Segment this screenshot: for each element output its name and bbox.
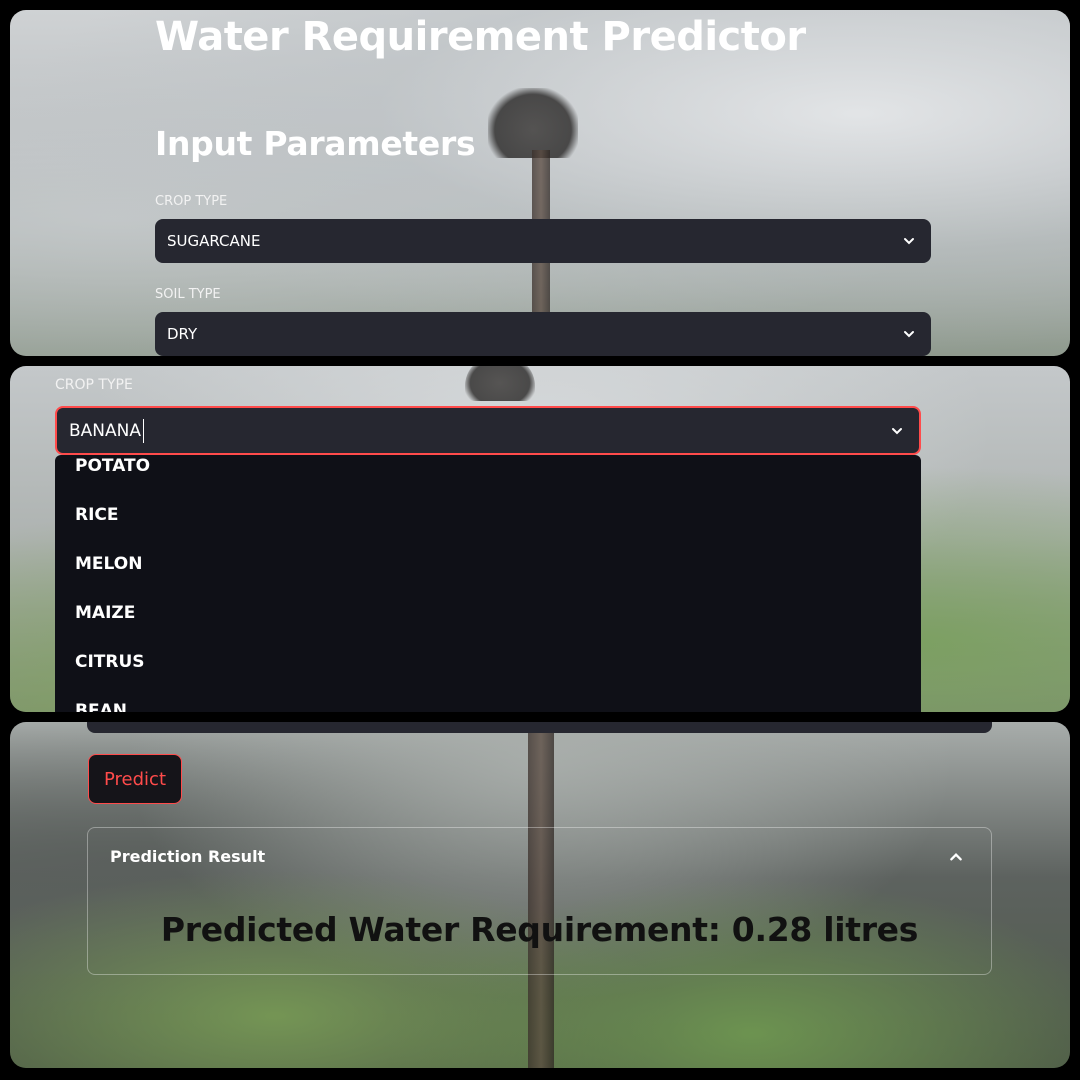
chevron-up-icon[interactable] — [949, 850, 963, 864]
dropdown-option[interactable]: MAIZE — [75, 603, 135, 623]
dropdown-option[interactable]: BEAN — [75, 701, 127, 712]
section-title: Input Parameters — [155, 124, 476, 163]
crop-type-label: CROP TYPE — [155, 194, 228, 209]
soil-type-value: DRY — [167, 325, 198, 343]
text-caret — [142, 418, 145, 443]
result-panel: Predict Prediction Result Predicted Wate… — [10, 722, 1070, 1068]
soil-type-select[interactable]: DRY — [155, 312, 931, 356]
chevron-down-icon[interactable] — [903, 328, 915, 340]
crop-options-list[interactable]: POTATO RICE MELON MAIZE CITRUS BEAN — [55, 455, 921, 712]
expander-header[interactable]: Prediction Result — [110, 847, 265, 866]
prediction-value: Predicted Water Requirement: 0.28 litres — [160, 910, 919, 949]
sprinkler-image — [465, 366, 535, 401]
crop-type-label: CROP TYPE — [55, 377, 133, 393]
dropdown-option[interactable]: CITRUS — [75, 652, 145, 672]
dropdown-option[interactable]: POTATO — [75, 456, 150, 476]
crop-type-value: SUGARCANE — [167, 232, 261, 250]
dropdown-option[interactable]: MELON — [75, 554, 142, 574]
input-strip — [87, 722, 992, 733]
predict-button[interactable]: Predict — [88, 754, 182, 804]
crop-type-select[interactable]: SUGARCANE — [155, 219, 931, 263]
soil-type-label: SOIL TYPE — [155, 287, 221, 302]
chevron-down-icon[interactable] — [891, 425, 903, 437]
page-title: Water Requirement Predictor — [155, 14, 806, 60]
crop-type-search-input[interactable]: BANANA — [55, 406, 921, 455]
dropdown-panel: CROP TYPE BANANA POTATO RICE MELON MAIZE… — [10, 366, 1070, 712]
dropdown-option[interactable]: RICE — [75, 505, 119, 525]
crop-type-typed-value: BANANA — [69, 420, 141, 441]
prediction-result-expander: Prediction Result Predicted Water Requir… — [87, 827, 992, 975]
input-panel: Water Requirement Predictor Input Parame… — [10, 10, 1070, 356]
sprinkler-image — [488, 88, 578, 158]
chevron-down-icon[interactable] — [903, 235, 915, 247]
